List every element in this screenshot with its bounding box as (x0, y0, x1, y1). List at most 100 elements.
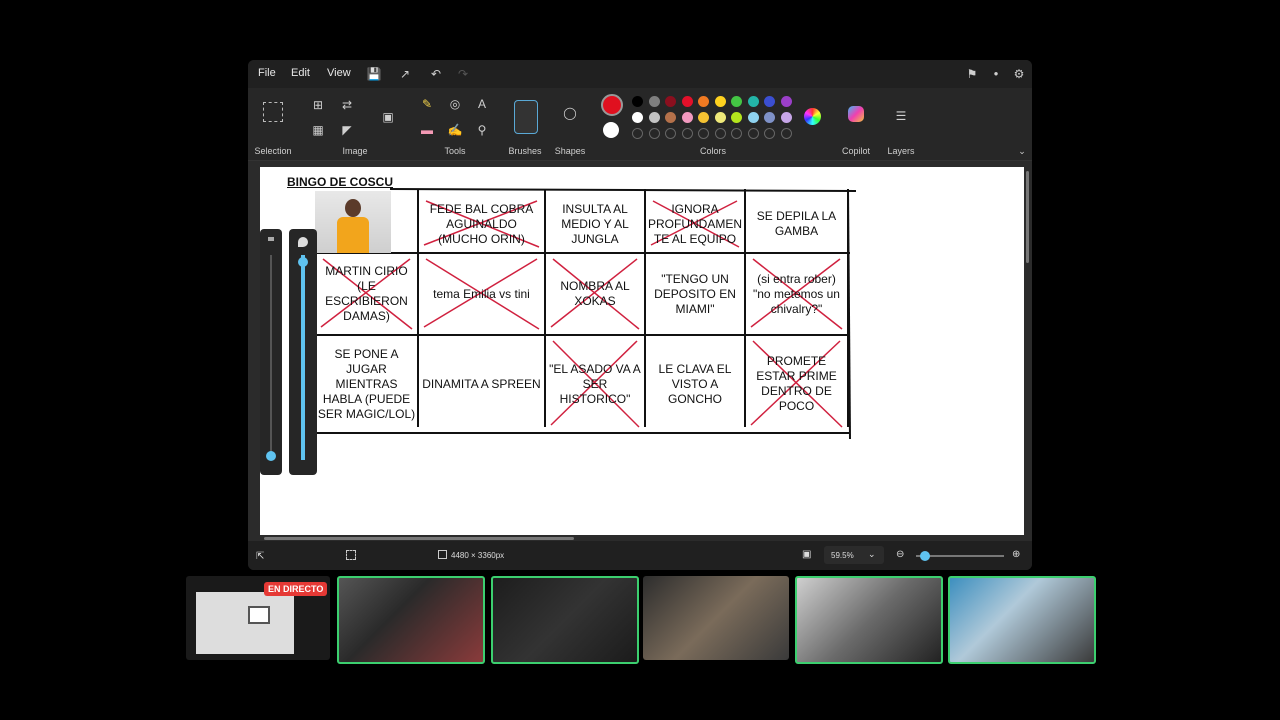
account-icon[interactable]: ● (988, 66, 1004, 82)
rotate-icon[interactable]: ◤ (338, 121, 356, 139)
layers-icon[interactable]: ☰ (892, 107, 910, 125)
custom-color-slot[interactable] (764, 128, 775, 139)
save-icon[interactable]: 💾 (366, 66, 382, 82)
group-label-layers: Layers (887, 146, 915, 156)
share-icon[interactable]: ↗ (397, 66, 413, 82)
custom-color-slot[interactable] (648, 128, 660, 139)
feedback-icon[interactable]: ⚑ (964, 66, 980, 82)
fill-bucket-icon[interactable]: ◎ (446, 95, 464, 113)
group-label-copilot: Copilot (841, 146, 870, 156)
brush-icon[interactable] (514, 100, 538, 134)
edit-colors-icon[interactable] (804, 108, 821, 125)
custom-color-slot[interactable] (780, 128, 792, 139)
bingo-cell: INSULTA AL MEDIO Y AL JUNGLA (561, 201, 629, 246)
palette-color[interactable] (764, 96, 775, 107)
zoom-value: 59.5% (831, 551, 854, 560)
custom-color-slot[interactable] (665, 128, 676, 139)
horizontal-scrollbar[interactable] (264, 537, 574, 540)
canvas-size-text: 4480 × 3360px (451, 551, 505, 560)
undo-icon[interactable]: ↶ (428, 66, 444, 82)
palette-color[interactable] (714, 96, 726, 107)
group-label-tools: Tools (444, 146, 466, 156)
bingo-cell: SE PONE A JUGAR MIENTRAS HABLA (PUEDE SE… (317, 346, 416, 421)
palette-color[interactable] (681, 96, 693, 107)
zoom-out-icon[interactable]: ⊖ (896, 549, 904, 560)
menu-file[interactable]: File (258, 67, 276, 79)
primary-color-swatch[interactable] (601, 94, 623, 116)
bingo-cell: NOMBRA AL XOKAS (560, 279, 630, 308)
palette-color[interactable] (731, 112, 742, 123)
copilot-icon[interactable] (848, 106, 864, 122)
vertical-scrollbar[interactable] (1026, 171, 1029, 263)
chevron-down-icon: ⌄ (868, 549, 876, 559)
palette-color[interactable] (731, 96, 742, 107)
bingo-cell: IGNORA PROFUNDAMEN TE AL EQUIPO (647, 201, 742, 246)
custom-color-slot[interactable] (714, 128, 726, 139)
participant-video-5[interactable] (948, 576, 1096, 664)
participant-video-2[interactable] (491, 576, 639, 664)
brush-size-slider[interactable] (260, 229, 282, 475)
palette-color[interactable] (747, 96, 759, 107)
group-label-shapes: Shapes (554, 146, 586, 156)
secondary-color-swatch[interactable] (603, 122, 619, 138)
resize-icon[interactable]: ⇄ (338, 96, 356, 114)
drawing-canvas[interactable]: BINGO DE COSCU FEDE BAL COBRA AGUINALDO … (260, 167, 1024, 535)
menu-view[interactable]: View (327, 67, 351, 79)
palette-color[interactable] (780, 96, 792, 107)
fit-to-window-icon[interactable]: ▣ (802, 549, 811, 560)
pointer-position-icon: ⇱ (256, 551, 265, 562)
selection-rectangle-icon[interactable] (263, 102, 283, 122)
custom-color-slot[interactable] (731, 128, 742, 139)
palette-color[interactable] (665, 112, 676, 123)
line-thickness-icon (268, 237, 274, 241)
bingo-cell: DINAMITA A SPREEN (422, 376, 541, 391)
status-bar: ⇱ 4480 × 3360px ▣ 59.5% ⌄ ⊖ ⊕ (248, 541, 1032, 570)
menu-edit[interactable]: Edit (291, 67, 310, 79)
palette-color[interactable] (632, 112, 643, 123)
remove-background-icon[interactable]: ▣ (379, 108, 397, 126)
bingo-cell: "TENGO UN DEPOSITO EN MIAMI" (654, 271, 736, 316)
palette-color[interactable] (747, 112, 759, 123)
palette-color[interactable] (648, 112, 660, 123)
settings-gear-icon[interactable]: ⚙ (1011, 66, 1027, 82)
custom-color-slot[interactable] (747, 128, 759, 139)
participant-video-3[interactable] (643, 576, 789, 660)
brush-size-handle[interactable] (266, 451, 276, 461)
zoom-dropdown[interactable]: 59.5% ⌄ (824, 546, 884, 564)
zoom-slider[interactable] (916, 551, 1004, 561)
palette-color[interactable] (698, 96, 709, 107)
image-tile-icon[interactable]: ▦ (309, 121, 327, 139)
shapes-icon[interactable]: ◯ (561, 104, 579, 122)
pencil-icon[interactable]: ✎ (418, 95, 436, 113)
custom-color-slot[interactable] (681, 128, 693, 139)
palette-color[interactable] (665, 96, 676, 107)
palette-color[interactable] (780, 112, 792, 123)
ribbon-collapse-chevron-icon[interactable]: ⌄ (1013, 142, 1031, 160)
eraser-icon[interactable]: ▬ (418, 121, 436, 139)
text-tool-icon[interactable]: A (473, 95, 491, 113)
canvas-size-icon (438, 550, 447, 559)
zoom-slider-handle[interactable] (920, 551, 931, 561)
participant-video-4[interactable] (795, 576, 943, 664)
participant-video-1[interactable] (337, 576, 485, 664)
palette-color[interactable] (648, 96, 660, 107)
custom-color-slot[interactable] (632, 128, 643, 139)
group-label-brushes: Brushes (508, 146, 542, 156)
opacity-drop-icon (298, 237, 308, 247)
custom-color-slot[interactable] (698, 128, 709, 139)
color-picker-icon[interactable]: ✍ (446, 121, 464, 139)
group-label-colors: Colors (699, 146, 726, 156)
palette-color[interactable] (681, 112, 693, 123)
opacity-slider[interactable] (289, 229, 317, 475)
bingo-cell: PROMETE ESTAR PRIME DENTRO DE POCO (756, 354, 837, 413)
palette-color[interactable] (632, 96, 643, 107)
palette-color[interactable] (764, 112, 775, 123)
palette-color[interactable] (698, 112, 709, 123)
crop-icon[interactable]: ⊞ (309, 96, 327, 114)
bingo-cell: SE DEPILA LA GAMBA (756, 209, 837, 238)
zoom-in-icon[interactable]: ⊕ (1012, 549, 1020, 560)
opacity-handle[interactable] (298, 257, 308, 267)
redo-icon[interactable]: ↷ (455, 66, 471, 82)
palette-color[interactable] (714, 112, 726, 123)
magnifier-icon[interactable]: ⚲ (473, 121, 491, 139)
